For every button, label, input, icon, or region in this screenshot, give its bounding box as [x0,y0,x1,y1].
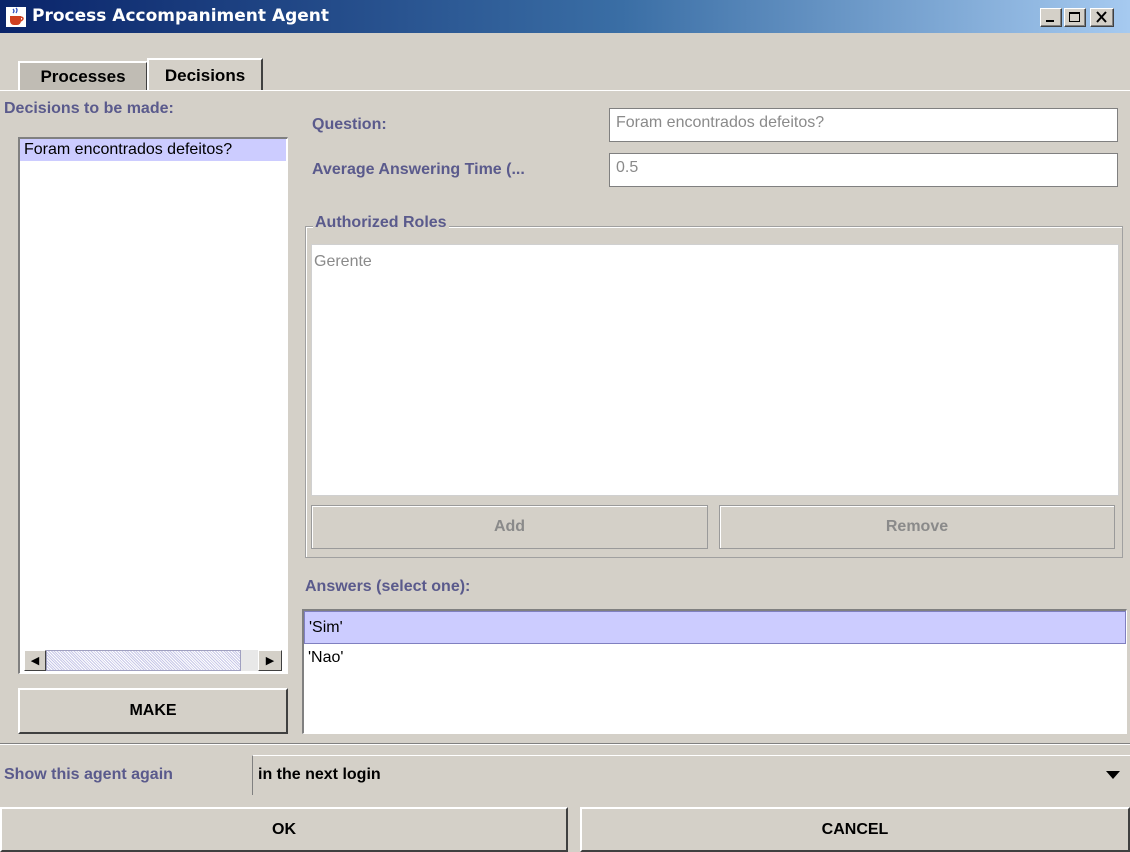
list-item[interactable]: Foram encontrados defeitos? [20,139,286,161]
answers-list[interactable]: 'Sim' 'Nao' [302,609,1127,734]
decisions-list[interactable]: Foram encontrados defeitos? [18,137,288,674]
answers-label: Answers (select one): [305,578,471,595]
chevron-down-icon [1106,771,1120,779]
maximize-button[interactable] [1064,8,1086,27]
minimize-button[interactable] [1040,8,1062,27]
tab-decisions[interactable]: Decisions [147,58,263,90]
make-button[interactable]: MAKE [18,688,288,734]
java-cup-icon [6,7,26,27]
question-label: Question: [312,116,387,133]
show-again-dropdown[interactable]: in the next login [252,755,1130,795]
dropdown-value: in the next login [258,766,381,783]
answering-time-label: Average Answering Time (... [312,161,525,178]
tab-processes[interactable]: Processes [18,61,148,90]
scrollbar-thumb[interactable] [46,650,241,671]
decisions-label: Decisions to be made: [4,100,174,117]
list-item[interactable]: Gerente [312,245,1118,279]
close-button[interactable] [1090,8,1114,27]
question-field[interactable]: Foram encontrados defeitos? [609,108,1118,142]
close-icon [1096,11,1107,23]
tab-panel-top-edge [0,90,1130,91]
cancel-button[interactable]: CANCEL [580,807,1130,852]
ok-button[interactable]: OK [0,807,568,852]
maximize-icon [1069,12,1080,22]
separator [0,743,1130,745]
scroll-right-button[interactable]: ▶ [258,650,282,671]
answering-time-field[interactable]: 0.5 [609,153,1118,187]
window-title: Process Accompaniment Agent [32,6,330,26]
minimize-icon [1046,20,1054,22]
show-again-label: Show this agent again [4,766,173,783]
roles-list[interactable]: Gerente [311,244,1119,496]
scroll-left-button[interactable]: ◀ [24,650,46,671]
remove-role-button[interactable]: Remove [719,505,1115,549]
list-item[interactable]: 'Sim' [304,611,1126,644]
add-role-button[interactable]: Add [311,505,708,549]
authorized-roles-legend: Authorized Roles [313,214,449,232]
list-item[interactable]: 'Nao' [304,644,1126,677]
scrollbar-track[interactable] [241,650,258,671]
